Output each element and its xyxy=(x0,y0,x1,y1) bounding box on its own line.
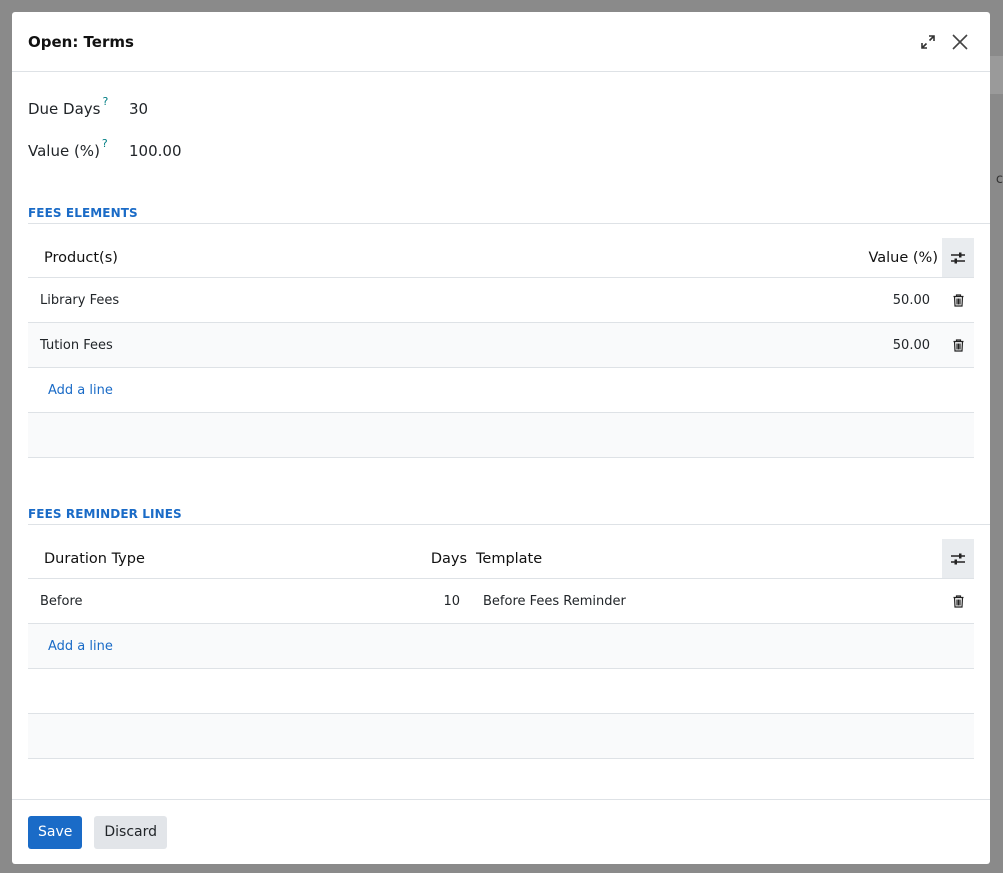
trash-icon xyxy=(953,293,963,307)
product-cell[interactable]: Library Fees xyxy=(28,293,893,308)
trash-icon xyxy=(953,338,963,352)
delete-row-button[interactable] xyxy=(942,293,974,307)
column-header-product[interactable]: Product(s) xyxy=(28,250,868,266)
empty-row xyxy=(28,669,974,714)
terms-dialog: Open: Terms Due Days? 30 Value (%)? 100.… xyxy=(12,12,990,864)
reminder-lines-table: Duration Type Days Template Before 10 Be… xyxy=(28,539,974,759)
value-pct-field: Value (%)? 100.00 xyxy=(28,137,182,160)
value-pct-help-icon[interactable]: ? xyxy=(102,137,108,150)
background-app-strip xyxy=(989,56,1003,94)
reminder-lines-header: Duration Type Days Template xyxy=(28,539,974,579)
days-cell[interactable]: 10 xyxy=(401,594,460,609)
add-line-link[interactable]: Add a line xyxy=(28,383,113,398)
value-pct-label: Value (%)? xyxy=(28,137,108,160)
add-line-row: Add a line xyxy=(28,368,974,413)
delete-row-button[interactable] xyxy=(942,338,974,352)
dialog-title: Open: Terms xyxy=(28,32,134,51)
due-days-input[interactable]: 30 xyxy=(129,100,148,118)
discard-button[interactable]: Discard xyxy=(94,815,168,849)
optional-columns-button[interactable] xyxy=(942,539,974,578)
column-header-days[interactable]: Days xyxy=(401,551,467,567)
expand-button[interactable] xyxy=(914,28,942,56)
close-icon xyxy=(952,33,968,50)
template-cell[interactable]: Before Fees Reminder xyxy=(460,594,942,609)
expand-icon xyxy=(921,34,935,49)
settings-sliders-icon xyxy=(951,252,965,263)
empty-row xyxy=(28,714,974,759)
add-line-link[interactable]: Add a line xyxy=(28,639,113,654)
add-line-row: Add a line xyxy=(28,624,974,669)
optional-columns-button[interactable] xyxy=(942,238,974,277)
table-row[interactable]: Library Fees 50.00 xyxy=(28,278,974,323)
due-days-label: Due Days? xyxy=(28,95,109,118)
empty-row xyxy=(28,413,974,458)
reminder-lines-title: FEES REMINDER LINES xyxy=(28,507,182,521)
dialog-body: Due Days? 30 Value (%)? 100.00 FEES ELEM… xyxy=(12,72,990,798)
trash-icon xyxy=(953,594,963,608)
value-pct-input[interactable]: 100.00 xyxy=(129,142,182,160)
close-button[interactable] xyxy=(946,28,974,56)
dialog-footer: Save Discard xyxy=(12,799,990,864)
fees-elements-header: Product(s) Value (%) xyxy=(28,238,974,278)
dialog-header: Open: Terms xyxy=(12,12,990,72)
due-days-help-icon[interactable]: ? xyxy=(103,95,109,108)
reminder-lines-divider xyxy=(28,524,990,525)
duration-type-cell[interactable]: Before xyxy=(28,594,401,609)
fees-elements-table: Product(s) Value (%) Library Fees 50.00 xyxy=(28,238,974,458)
settings-sliders-icon xyxy=(951,553,965,564)
column-header-template[interactable]: Template xyxy=(467,551,942,567)
column-header-value[interactable]: Value (%) xyxy=(868,250,942,266)
product-cell[interactable]: Tution Fees xyxy=(28,338,893,353)
save-button[interactable]: Save xyxy=(28,815,83,849)
fees-elements-title: FEES ELEMENTS xyxy=(28,206,138,220)
due-days-field: Due Days? 30 xyxy=(28,95,148,118)
value-cell[interactable]: 50.00 xyxy=(893,338,942,353)
value-cell[interactable]: 50.00 xyxy=(893,293,942,308)
delete-row-button[interactable] xyxy=(942,594,974,608)
table-row[interactable]: Tution Fees 50.00 xyxy=(28,323,974,368)
table-row[interactable]: Before 10 Before Fees Reminder xyxy=(28,579,974,624)
column-header-duration-type[interactable]: Duration Type xyxy=(28,551,401,567)
fees-elements-divider xyxy=(28,223,990,224)
background-partial-text: c xyxy=(995,172,1003,187)
